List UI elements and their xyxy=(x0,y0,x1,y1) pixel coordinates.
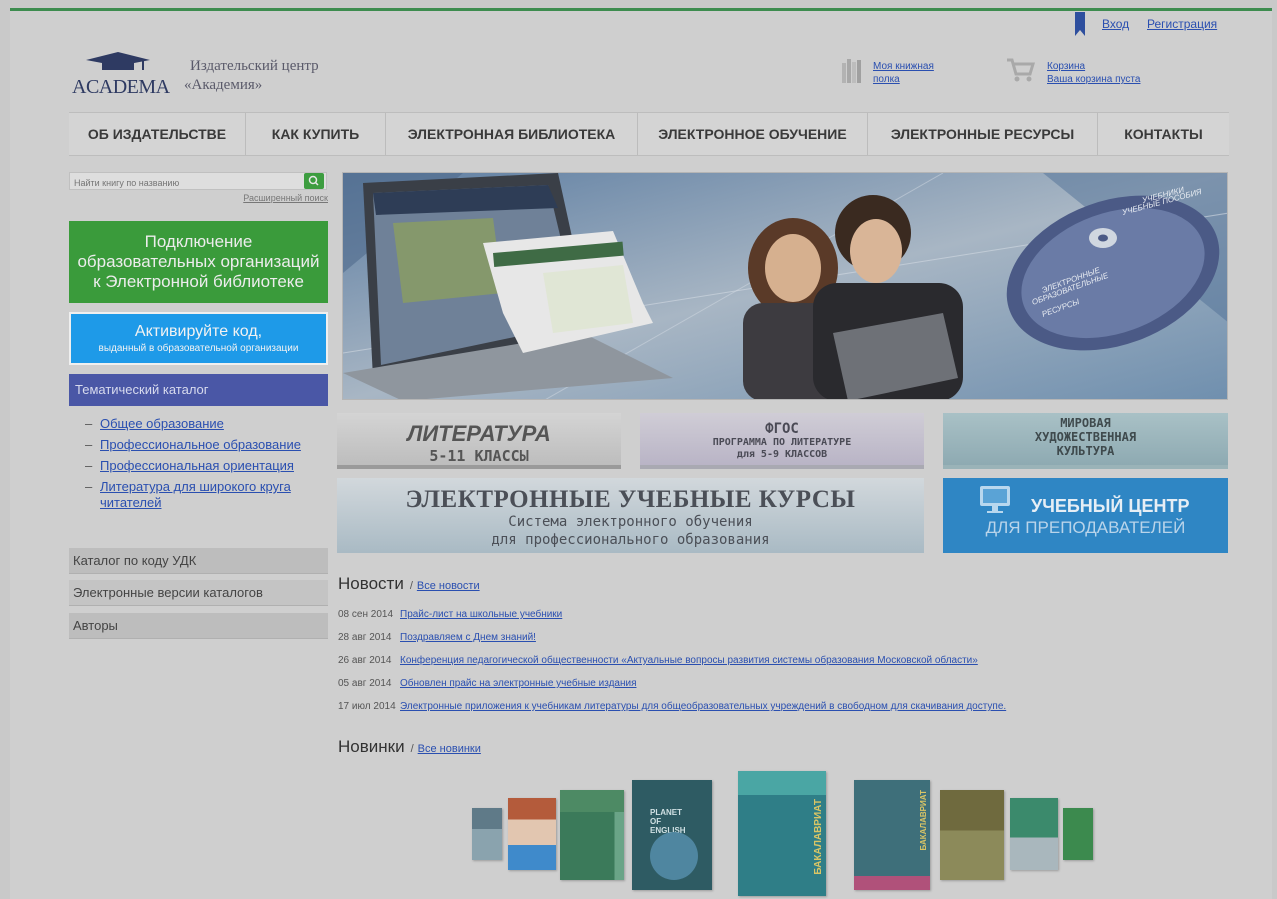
logo[interactable]: ACADEMA xyxy=(72,52,170,100)
promo-fgos-sub1: ПРОГРАММА ПО ЛИТЕРАТУРЕ xyxy=(712,437,852,448)
novelties-title: Новинки xyxy=(338,737,405,756)
news-date: 26 авг 2014 xyxy=(338,655,392,666)
news-date: 28 авг 2014 xyxy=(338,632,392,643)
news-item: 26 авг 2014 Конференция педагогической об… xyxy=(338,655,978,671)
nav-about[interactable]: ОБ ИЗДАТЕЛЬСТВЕ xyxy=(69,113,246,155)
search-box xyxy=(69,172,327,190)
book-series-label: БАКАЛАВРИАТ xyxy=(813,799,824,875)
news-item: 28 авг 2014 Поздравляем с Днем знаний! xyxy=(338,632,536,648)
promo-world-art-l2: ХУДОЖЕСТВЕННАЯ xyxy=(1034,430,1137,444)
cart-icon xyxy=(1007,58,1035,82)
cart-link[interactable]: Корзина xyxy=(1047,61,1085,72)
book-cover[interactable]: PLANET OF ENGLISH xyxy=(632,780,712,890)
news-link[interactable]: Электронные приложения к учебникам литер… xyxy=(400,701,1006,712)
promo-e-courses-sub2: для профессионального образования xyxy=(491,532,770,548)
book-cover[interactable] xyxy=(508,798,556,870)
publisher-name: Издательский центр «Академия» xyxy=(184,58,319,93)
promo-world-art-l3: КУЛЬТУРА xyxy=(1056,444,1115,458)
catalog-link-professional[interactable]: Профессиональное образование xyxy=(100,437,301,452)
catalog-link-orientation[interactable]: Профессиональная ориентация xyxy=(100,458,294,473)
promo-fgos-sub2: для 5-9 КЛАССОВ xyxy=(736,449,828,460)
search-button[interactable] xyxy=(304,173,324,189)
news-link[interactable]: Поздравляем с Днем знаний! xyxy=(400,632,536,643)
monitor-icon xyxy=(980,486,1010,513)
hero-banner[interactable]: УЧЕБНИКИ УЧЕБНЫЕ ПОСОБИЯ ЭЛЕКТРОННЫЕ ОБР… xyxy=(342,172,1228,400)
catalog-list: – Общее образование – Профессиональное обр… xyxy=(69,406,328,546)
list-item: – Литература для широкого круга читателей xyxy=(85,479,291,510)
promo-e-courses-sub1: Система электронного обучения xyxy=(508,514,753,530)
promo-teacher-center-l1: УЧЕБНЫЙ ЦЕНТР xyxy=(1031,496,1190,516)
news-link[interactable]: Прайс-лист на школьные учебники xyxy=(400,609,562,620)
sidebar-item-catalogs[interactable]: Электронные версии каталогов xyxy=(69,580,328,606)
news-link[interactable]: Конференция педагогической общественност… xyxy=(400,655,978,666)
news-section-title: Новости / Все новости xyxy=(338,574,480,593)
nav-e-resources[interactable]: ЭЛЕКТРОННЫЕ РЕСУРСЫ xyxy=(868,113,1098,155)
novelties-section-title: Новинки / Все новинки xyxy=(338,737,481,756)
book-cover[interactable] xyxy=(1010,798,1058,870)
all-novelties-link[interactable]: Все новинки xyxy=(418,743,481,755)
nav-how-to-buy[interactable]: КАК КУПИТЬ xyxy=(246,113,386,155)
sidebar-item-authors[interactable]: Авторы xyxy=(69,613,328,639)
promo-e-courses[interactable]: ЭЛЕКТРОННЫЕ УЧЕБНЫЕ КУРСЫ Система электр… xyxy=(337,478,924,553)
news-title: Новости xyxy=(338,574,404,593)
catalog-link-general-readers[interactable]: Литература для широкого круга читателей xyxy=(100,479,291,510)
news-item: 17 июл 2014 Электронные приложения к учеб… xyxy=(338,701,1006,717)
all-news-link[interactable]: Все новости xyxy=(417,580,480,592)
sidebar-item-udk[interactable]: Каталог по коду УДК xyxy=(69,548,328,574)
promo-teacher-center[interactable]: УЧЕБНЫЙ ЦЕНТР ДЛЯ ПРЕПОДАВАТЕЛЕЙ xyxy=(943,478,1228,553)
news-item: 08 сен 2014 Прайс-лист на школьные учебни… xyxy=(338,609,562,625)
book-cover[interactable]: БАКАЛАВРИАТ xyxy=(854,780,930,890)
search-icon xyxy=(308,175,319,186)
catalog-link-general[interactable]: Общее образование xyxy=(100,416,224,431)
promo-literature-sub: 5-11 КЛАССЫ xyxy=(429,447,529,465)
book-cover[interactable]: БАКАЛАВРИАТ xyxy=(738,771,826,896)
book-cover[interactable] xyxy=(1063,808,1093,860)
promo-fgos[interactable]: ФГОС ПРОГРАММА ПО ЛИТЕРАТУРЕ для 5-9 КЛА… xyxy=(640,413,924,469)
news-date: 05 авг 2014 xyxy=(338,678,392,689)
promo-world-art[interactable]: МИРОВАЯ ХУДОЖЕСТВЕННАЯ КУЛЬТУРА xyxy=(943,413,1228,469)
advanced-search-link[interactable]: Расширенный поиск xyxy=(200,193,328,203)
news-date: 08 сен 2014 xyxy=(338,609,394,620)
main-nav: ОБ ИЗДАТЕЛЬСТВЕ КАК КУПИТЬ ЭЛЕКТРОННАЯ Б… xyxy=(69,112,1229,156)
bookshelf-icon xyxy=(842,59,861,83)
book-series-label: БАКАЛАВРИАТ xyxy=(919,790,928,851)
my-shelf-link[interactable]: Моя книжная полка xyxy=(873,60,934,86)
list-item: – Общее образование xyxy=(85,416,224,431)
book-cover[interactable] xyxy=(472,808,502,860)
promo-teacher-center-l2: ДЛЯ ПРЕПОДАВАТЕЛЕЙ xyxy=(985,518,1186,537)
list-item: – Профессиональное образование xyxy=(85,437,301,452)
cart-status[interactable]: Ваша корзина пуста xyxy=(1047,74,1140,85)
promo-world-art-l1: МИРОВАЯ xyxy=(1060,416,1111,430)
promo-literature[interactable]: ЛИТЕРАТУРА 5-11 КЛАССЫ xyxy=(337,413,621,469)
promo-fgos-title: ФГОС xyxy=(765,421,799,437)
news-item: 05 авг 2014 Обновлен прайс на электронные… xyxy=(338,678,636,694)
promo-literature-title: ЛИТЕРАТУРА xyxy=(407,421,551,446)
news-date: 17 июл 2014 xyxy=(338,701,396,712)
nav-e-learning[interactable]: ЭЛЕКТРОННОЕ ОБУЧЕНИЕ xyxy=(638,113,868,155)
book-title: PLANET OF ENGLISH xyxy=(650,808,686,835)
list-item: – Профессиональная ориентация xyxy=(85,458,294,473)
promo-e-courses-title: ЭЛЕКТРОННЫЕ УЧЕБНЫЕ КУРСЫ xyxy=(405,486,856,513)
nav-contacts[interactable]: КОНТАКТЫ xyxy=(1098,113,1229,155)
register-link[interactable]: Регистрация xyxy=(1147,17,1217,31)
login-link[interactable]: Вход xyxy=(1102,17,1129,31)
activate-code-button[interactable]: Активируйте код, выданный в образователь… xyxy=(69,312,328,365)
logo-wordmark: ACADEMA xyxy=(72,76,170,98)
book-cover[interactable] xyxy=(940,790,1004,880)
news-link[interactable]: Обновлен прайс на электронные учебные из… xyxy=(400,678,636,689)
hero-illustration: УЧЕБНИКИ УЧЕБНЫЕ ПОСОБИЯ ЭЛЕКТРОННЫЕ ОБР… xyxy=(343,173,1227,399)
search-input[interactable] xyxy=(70,176,298,190)
cart-block[interactable]: Корзина Ваша корзина пуста xyxy=(1047,60,1140,86)
catalog-header[interactable]: Тематический каталог xyxy=(69,374,328,406)
graduation-cap-icon xyxy=(86,52,150,70)
nav-e-library[interactable]: ЭЛЕКТРОННАЯ БИБЛИОТЕКА xyxy=(386,113,638,155)
connect-organizations-button[interactable]: Подключение образовательных организаций … xyxy=(69,221,328,303)
book-cover[interactable] xyxy=(560,790,624,880)
